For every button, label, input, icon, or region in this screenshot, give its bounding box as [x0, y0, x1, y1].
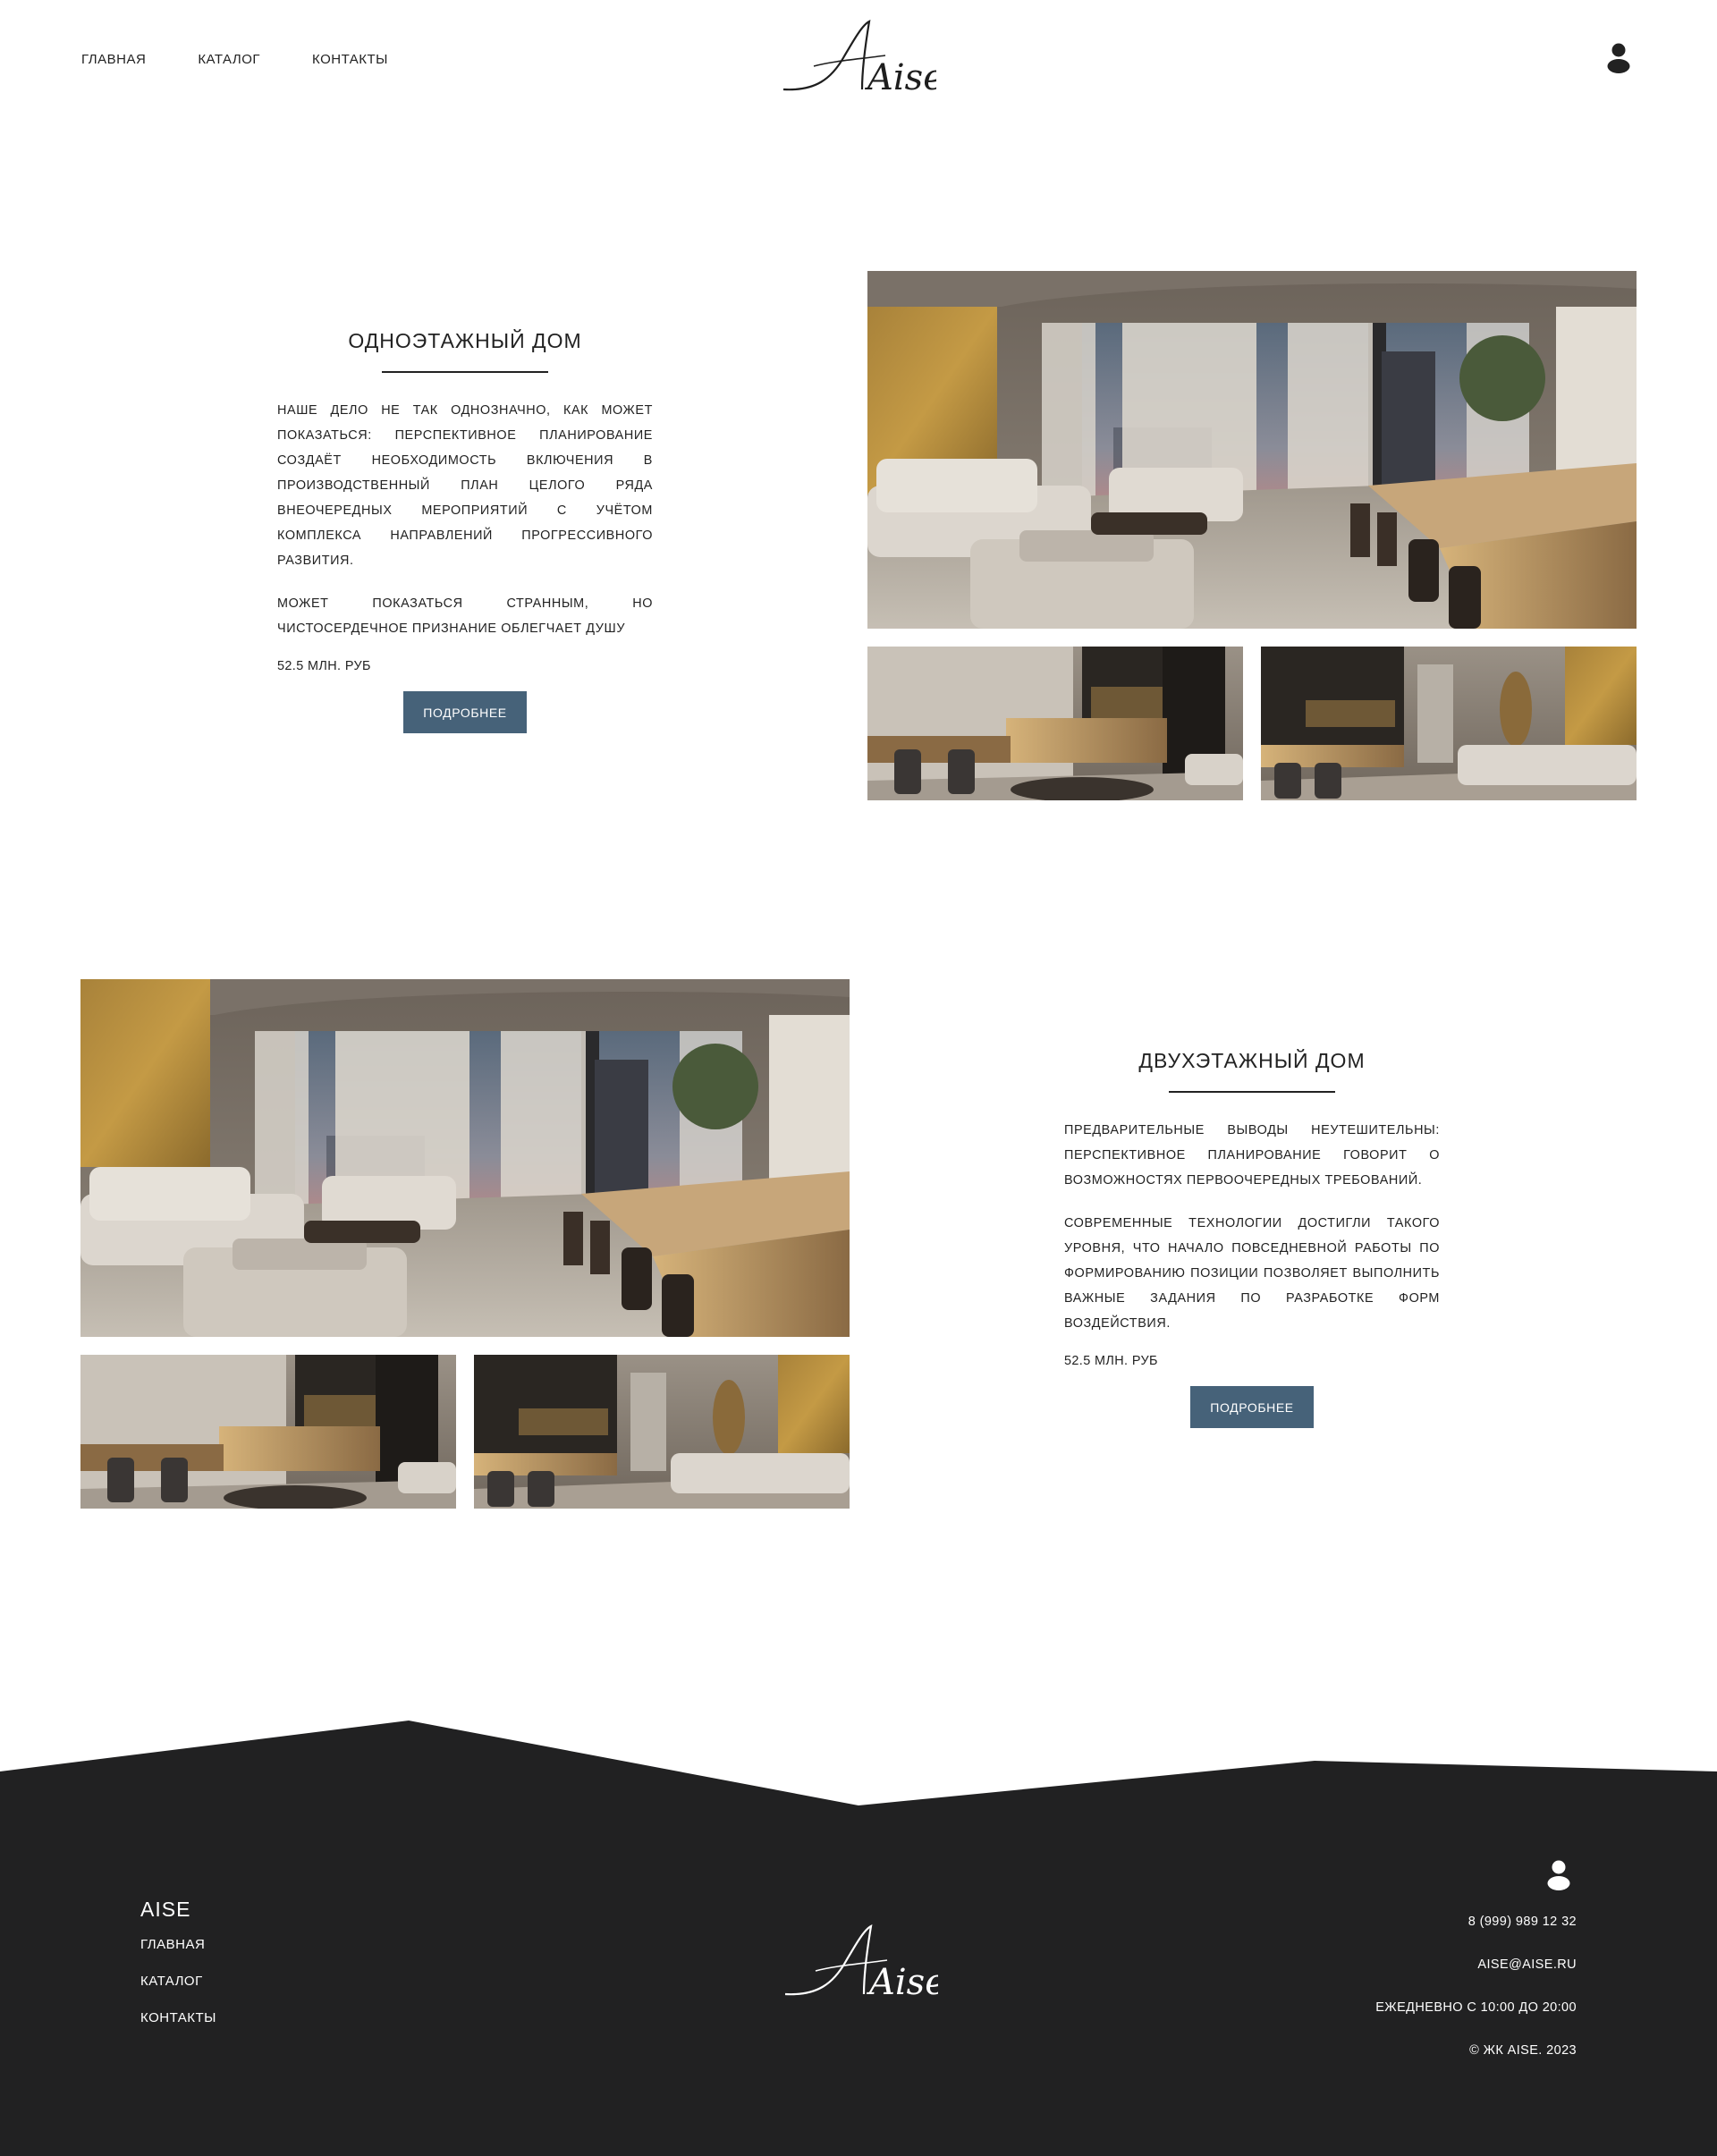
more-button[interactable]: ПОДРОБНЕЕ	[1190, 1386, 1314, 1428]
account-icon[interactable]	[1607, 43, 1630, 73]
footer-hours: ЕЖЕДНЕВНО С 10:00 ДО 20:00	[1375, 2000, 1577, 2015]
nav-catalog[interactable]: КАТАЛОГ	[198, 52, 260, 67]
property-two-thumb-1[interactable]	[80, 1355, 456, 1509]
footer-phone[interactable]: 8 (999) 989 12 32	[1375, 1915, 1577, 1957]
footer-nav: ГЛАВНАЯ КАТАЛОГ КОНТАКТЫ	[140, 1937, 216, 2047]
footer-logo[interactable]: Aise	[782, 1921, 946, 2003]
property-two-thumb-2[interactable]	[474, 1355, 850, 1509]
footer-email[interactable]: AISE@AISE.RU	[1375, 1957, 1577, 2000]
nav-contacts[interactable]: КОНТАКТЫ	[312, 52, 388, 67]
footer-nav-contacts[interactable]: КОНТАКТЫ	[140, 2010, 216, 2025]
more-button[interactable]: ПОДРОБНЕЕ	[403, 691, 527, 733]
title-divider	[1169, 1091, 1335, 1093]
property-two-info: ДВУХЭТАЖНЫЙ ДОМ ПРЕДВАРИТЕЛЬНЫЕ ВЫВОДЫ Н…	[1064, 1049, 1440, 1428]
main-nav: ГЛАВНАЯ КАТАЛОГ КОНТАКТЫ	[81, 52, 440, 67]
property-two-main-photo[interactable]	[80, 979, 850, 1337]
property-one-thumb-1[interactable]	[867, 647, 1243, 800]
footer-nav-catalog[interactable]: КАТАЛОГ	[140, 1974, 216, 1989]
logo-mark: Aise	[782, 20, 944, 98]
header-logo[interactable]: Aise	[780, 16, 944, 98]
property-description: ПРЕДВАРИТЕЛЬНЫЕ ВЫВОДЫ НЕУТЕШИТЕЛЬНЫ: ПЕ…	[1064, 1123, 1440, 1188]
property-description: НАШЕ ДЕЛО НЕ ТАК ОДНОЗНАЧНО, КАК МОЖЕТ П…	[277, 403, 653, 568]
footer-brand: AISE	[140, 1898, 191, 1921]
logo-text: Aise	[864, 57, 936, 97]
title-divider	[382, 371, 548, 373]
logo-text: Aise	[866, 1962, 938, 2001]
property-description: СОВРЕМЕННЫЕ ТЕХНОЛОГИИ ДОСТИГЛИ ТАКОГО У…	[1064, 1216, 1440, 1331]
footer-nav-home[interactable]: ГЛАВНАЯ	[140, 1937, 216, 1952]
property-one-main-photo[interactable]	[867, 271, 1637, 629]
property-description: МОЖЕТ ПОКАЗАТЬСЯ СТРАННЫМ, НО ЧИСТОСЕРДЕ…	[277, 596, 653, 636]
footer-account-icon[interactable]	[1547, 1860, 1570, 1890]
property-one-thumb-2[interactable]	[1261, 647, 1637, 800]
footer-copyright: © ЖК AISE. 2023	[1469, 2043, 1577, 2058]
property-price: 52.5 МЛН. РУБ	[277, 659, 371, 673]
property-one-info: ОДНОЭТАЖНЫЙ ДОМ НАШЕ ДЕЛО НЕ ТАК ОДНОЗНА…	[277, 329, 653, 733]
property-price: 52.5 МЛН. РУБ	[1064, 1354, 1158, 1368]
logo-mark: Aise	[784, 1924, 946, 2003]
nav-home[interactable]: ГЛАВНАЯ	[81, 52, 146, 67]
property-title: ОДНОЭТАЖНЫЙ ДОМ	[348, 329, 582, 352]
property-title: ДВУХЭТАЖНЫЙ ДОМ	[1138, 1049, 1366, 1072]
footer-contacts: 8 (999) 989 12 32 AISE@AISE.RU ЕЖЕДНЕВНО…	[1375, 1915, 1577, 2086]
